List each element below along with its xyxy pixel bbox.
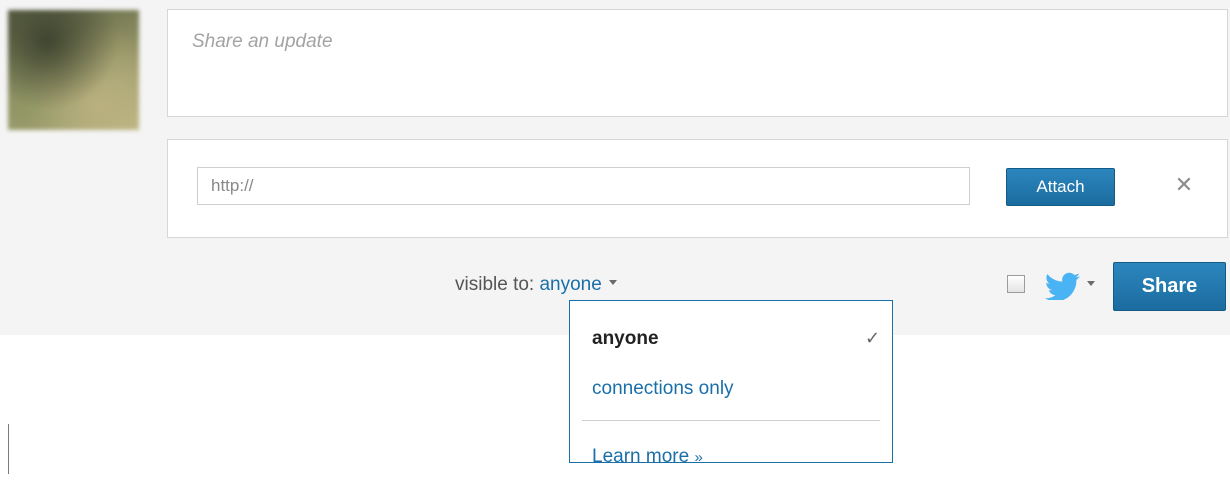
dropdown-option-anyone[interactable]: anyone [592, 328, 659, 350]
share-box-panel: Attach ✕ visible to: anyone Share [0, 0, 1230, 335]
attach-link-box: Attach ✕ [167, 139, 1228, 238]
learn-more-label[interactable]: Learn more [592, 446, 689, 467]
visibility-label: visible to: [455, 274, 535, 295]
close-icon[interactable]: ✕ [1173, 174, 1195, 196]
share-button[interactable]: Share [1113, 262, 1226, 311]
twitter-share-checkbox[interactable] [1007, 275, 1025, 293]
visibility-selector: visible to: anyone [455, 274, 617, 300]
learn-more-link[interactable]: Learn more » [592, 446, 703, 468]
twitter-options-chevron-icon[interactable] [1087, 281, 1095, 286]
visibility-dropdown-toggle[interactable]: anyone [539, 274, 617, 295]
checkmark-icon: ✓ [865, 328, 881, 348]
double-chevron-right-icon[interactable]: » [694, 449, 702, 466]
chevron-down-icon[interactable] [608, 280, 617, 286]
dropdown-option-connections-only[interactable]: connections only [592, 378, 734, 400]
attach-button[interactable]: Attach [1006, 168, 1115, 206]
dropdown-divider [582, 420, 880, 421]
page-edge-divider [8, 424, 9, 474]
avatar [8, 10, 139, 130]
update-box [167, 9, 1228, 117]
visibility-value[interactable]: anyone [539, 274, 601, 295]
share-update-input[interactable] [168, 10, 1227, 116]
visibility-dropdown-menu: anyone ✓ connections only Learn more » [569, 300, 893, 467]
url-input[interactable] [197, 167, 970, 205]
twitter-bird-icon[interactable] [1042, 272, 1082, 300]
